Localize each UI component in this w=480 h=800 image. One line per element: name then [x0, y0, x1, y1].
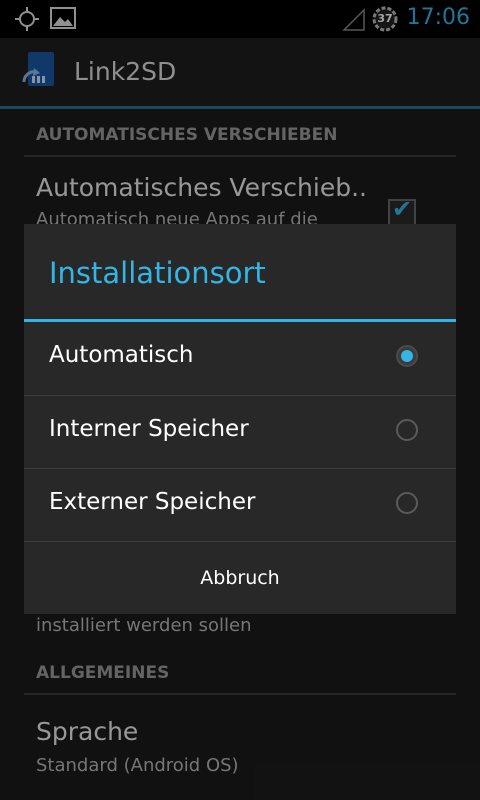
option-automatic[interactable]: Automatisch	[24, 322, 456, 394]
radio-button[interactable]	[396, 492, 418, 514]
option-external-storage[interactable]: Externer Speicher	[24, 469, 456, 541]
option-label: Interner Speicher	[49, 416, 249, 442]
cancel-button-label: Abbruch	[200, 567, 280, 589]
option-label: Automatisch	[49, 342, 194, 368]
radio-button-selected[interactable]	[396, 345, 418, 367]
option-internal-storage[interactable]: Interner Speicher	[24, 396, 456, 468]
install-location-dialog: Installationsort Automatisch Interner Sp…	[24, 224, 456, 614]
option-label: Externer Speicher	[49, 489, 256, 515]
radio-button[interactable]	[396, 419, 418, 441]
dialog-title: Installationsort	[49, 256, 266, 290]
cancel-button[interactable]: Abbruch	[24, 542, 456, 614]
